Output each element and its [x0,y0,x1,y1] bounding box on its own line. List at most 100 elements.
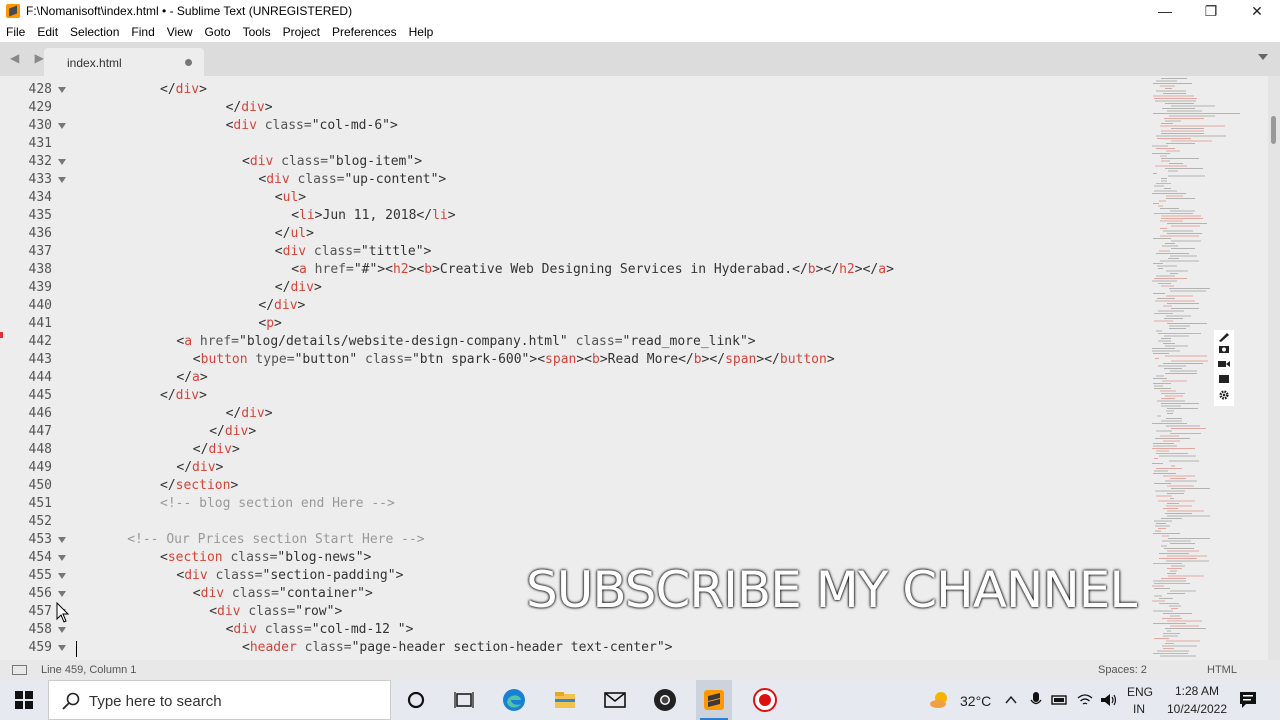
menu-selection[interactable]: Selection [64,25,125,39]
code-line[interactable]: <!-- Our Prices section Start Here --> [127,531,424,549]
fold-arrow-icon[interactable] [58,591,66,597]
code-line[interactable]: </div> [275,279,322,297]
minimap-line [1171,565,1185,567]
code-line[interactable]: <div class="col-md-6"> [226,117,398,135]
fold-arrow-icon[interactable] [58,87,66,93]
fold-arrow-icon[interactable] [58,573,66,579]
scrollbar-thumb[interactable] [1271,116,1276,144]
record-icon[interactable] [753,688,777,712]
menu-edit[interactable]: Edit [31,25,64,39]
menu-project[interactable]: Project [277,25,326,39]
weather-icon[interactable] [928,688,952,712]
menu-help[interactable]: Help [403,25,440,39]
code-line[interactable]: <div class="row"> [209,603,342,621]
panel-toggle-icon[interactable] [12,665,27,675]
code-line[interactable]: <div class="container"> [193,585,373,603]
fold-arrow-icon[interactable] [58,555,66,561]
code-line[interactable]: </div> [193,441,240,459]
code-line[interactable]: </section> [160,477,238,495]
code-line[interactable]: </div> [258,297,305,315]
minimap-line [1152,280,1177,282]
sublime-taskbar-button[interactable] [696,680,732,720]
minimap-line [1155,525,1170,527]
code-line[interactable]: <header class="page-header section-heade… [242,639,673,657]
code-line[interactable]: <div class="up-content"> [258,171,446,189]
mail-icon[interactable] [603,688,627,712]
code-line[interactable]: <a href="blog/details/website-design-com… [176,333,755,351]
task-view-icon[interactable] [452,688,476,712]
code-line[interactable]: <div class="tittle"> [275,243,432,261]
tray-chevron-up-icon[interactable] [1004,693,1018,707]
code-line[interactable]: </div> [160,81,207,99]
code-line[interactable]: </div> [226,99,273,117]
code-line[interactable]: <div class="section-padding"> [176,567,403,585]
line-number: 435 [28,208,52,223]
file-explorer-icon[interactable] [553,688,577,712]
pen-icon[interactable] [1218,332,1230,342]
chrome-icon[interactable] [653,688,677,712]
minimap-line [1154,385,1163,387]
maximize-button[interactable]: ❐ [1188,0,1234,22]
window-capture-icon[interactable] [1218,374,1230,384]
minimap-line [1161,160,1170,162]
taskbar-search-box[interactable]: Type here to search [48,680,391,720]
start-button[interactable] [0,680,48,720]
fold-arrow-icon[interactable] [58,537,66,543]
fold-arrow-icon[interactable] [58,627,66,633]
notifications-icon[interactable] [1238,690,1258,710]
minimize-button[interactable]: — [1142,0,1188,22]
fold-arrow-icon[interactable] [58,177,66,183]
code-line[interactable]: <div class="blog-item"> [242,153,422,171]
battery-dock-icon[interactable] [1051,692,1069,708]
minimap-line [1153,610,1173,612]
settings-gear-icon[interactable] [1218,390,1230,400]
edge-browser-icon[interactable] [502,688,526,712]
fold-arrow-icon[interactable] [58,645,66,651]
clock-date[interactable]: 10/24/2022 [1157,702,1237,720]
code-line[interactable]: <!-- blog section end Here --> [160,495,395,513]
temperature-label[interactable]: 32°C [960,693,991,720]
menu-goto[interactable]: Goto [199,25,237,39]
cortana-icon[interactable] [404,688,428,712]
syntax-selector[interactable]: HTML [1207,664,1237,676]
code-line[interactable]: <button type="button" class="btn spark-6… [193,351,835,369]
code-line[interactable]: <p> [258,315,281,333]
code-line[interactable]: <a href="#"><h2><b>Creative Web Designin… [291,261,894,279]
tab-index-html[interactable]: index.html [44,48,204,76]
code-line[interactable]: </div> [226,405,273,423]
subscribe-overlay-text: SUBSCRIBE MY CHANNEL [526,561,1137,619]
code-line[interactable]: <ul> [275,189,306,207]
microphone-icon[interactable] [1029,691,1043,709]
code-line[interactable]: </div> [176,459,223,477]
minimap[interactable] [1150,76,1268,660]
fold-arrow-icon[interactable] [58,123,66,129]
sublime-text-taskbar-icon [704,690,724,710]
camera-icon[interactable] [1218,344,1230,354]
vertical-scrollbar[interactable] [1268,76,1280,660]
menu-find[interactable]: Find [125,25,160,39]
video-icon[interactable] [1218,359,1230,369]
code-line[interactable]: </div> [209,423,256,441]
menu-file[interactable]: File [0,25,31,39]
minimap-line [1170,590,1196,592]
code-line[interactable]: <li>Jun 11, 2018</li> [291,207,455,225]
code-line[interactable]: <div class="col-md-12 "> [226,621,414,639]
menu-tools[interactable]: Tools [237,25,277,39]
wifi-icon[interactable] [1077,692,1093,708]
tab-dropdown-icon[interactable] [1258,54,1268,60]
unsaved-dot-icon[interactable] [185,59,192,66]
cursor-position[interactable]: Line 459, Column 1 [41,664,136,676]
close-button[interactable]: ✕ [1234,0,1280,22]
volume-icon[interactable] [1100,692,1118,708]
menu-view[interactable]: View [161,25,199,39]
menu-preferences[interactable]: Preferences [326,25,403,39]
code-line[interactable]: <section class="blog-news"> [160,549,371,567]
line-number: 429 [28,100,52,115]
code-line[interactable]: </ul> [275,225,314,243]
indentation-setting[interactable]: Spaces: 2 [1098,664,1147,676]
input-region-label[interactable]: IN [1133,702,1145,720]
code-line[interactable]: </a> [176,369,207,387]
fold-arrow-icon[interactable] [58,159,66,165]
code-line[interactable]: </div> [160,387,207,405]
minimap-line [1157,650,1189,652]
